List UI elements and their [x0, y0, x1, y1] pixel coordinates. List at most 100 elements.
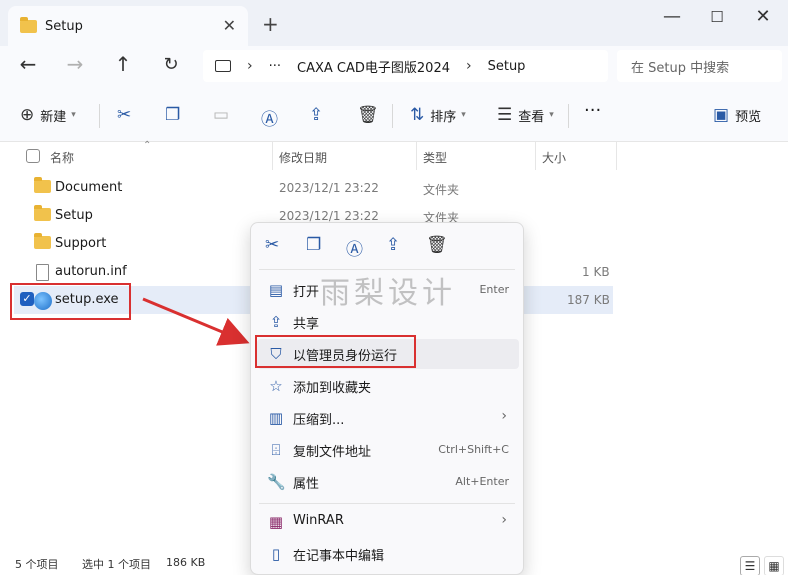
clipboard-icon: ▭ [213, 105, 230, 125]
chevron-right-icon: › [501, 408, 507, 424]
details-view-button[interactable]: ☰ [740, 556, 760, 575]
menu-item-shortcut: Enter [479, 283, 509, 296]
file-modified: 2023/12/1 23:22 [279, 209, 379, 223]
menu-divider [259, 503, 515, 504]
sort-ascending-icon: ⌃ [143, 140, 152, 151]
column-divider[interactable] [535, 142, 536, 170]
select-all-checkbox[interactable] [26, 149, 40, 163]
trash-icon[interactable]: 🗑 [426, 235, 448, 255]
copy-icon: ❐ [165, 105, 181, 125]
context-quick-actions: ✂ ❐ Ⓐ ⇪ 🗑 [251, 223, 525, 269]
watermark-text: 雨梨设计 [320, 276, 456, 311]
item-count: 5 个项目 [15, 558, 59, 571]
tab-title: Setup [45, 18, 83, 34]
chevron-right-icon: › [501, 512, 507, 528]
sort-button[interactable]: ⇅ 排序 ▾ [410, 105, 466, 125]
delete-button[interactable]: 🗑 [357, 105, 379, 125]
chevron-down-icon: ▾ [71, 110, 76, 120]
table-row[interactable]: Document 2023/12/1 23:22 文件夹 [0, 174, 612, 202]
menu-item-copy-path[interactable]: ⌹ 复制文件地址 Ctrl+Shift+C [257, 435, 519, 465]
zip-folder-icon: ▥ [268, 409, 284, 427]
copy-path-icon: ⌹ [271, 441, 281, 459]
chevron-down-icon: ▾ [461, 110, 466, 120]
menu-item-label: 属性 [293, 477, 320, 492]
menu-item-add-favorite[interactable]: ☆ 添加到收藏夹 [257, 371, 519, 401]
chevron-right-icon[interactable]: › [466, 58, 472, 74]
title-bar: Setup ✕ + — ☐ ✕ [0, 0, 788, 46]
column-divider[interactable] [416, 142, 417, 170]
menu-item-compress[interactable]: ▥ 压缩到... › [257, 403, 519, 433]
command-toolbar: ⊕ 新建 ▾ ✂ ❐ ▭ Ⓐ ⇪ 🗑 ⇅ 排序 ▾ ☰ 查看 ▾ ··· ▣ 预… [0, 88, 788, 142]
view-label: 查看 [518, 109, 545, 125]
column-modified[interactable]: 修改日期 [279, 149, 327, 166]
folder-icon [34, 177, 51, 193]
column-name[interactable]: 名称 [50, 149, 74, 166]
refresh-button[interactable]: ↻ [156, 54, 186, 75]
chevron-down-icon: ▾ [549, 110, 554, 120]
new-tab-button[interactable]: + [262, 12, 279, 36]
folder-icon [20, 16, 37, 33]
menu-item-winrar[interactable]: ▦ WinRAR › [257, 507, 519, 537]
menu-item-label: 压缩到... [293, 413, 345, 428]
scissors-icon[interactable]: ✂ [265, 235, 279, 255]
wrench-icon: 🔧 [267, 473, 286, 491]
search-input[interactable]: 在 Setup 中搜索 [617, 50, 782, 82]
winrar-icon: ▦ [268, 513, 284, 531]
toolbar-divider [99, 104, 100, 128]
share-icon[interactable]: ⇪ [386, 235, 400, 255]
view-button[interactable]: ☰ 查看 ▾ [497, 105, 554, 125]
file-type: 文件夹 [423, 183, 460, 197]
tab-setup[interactable]: Setup ✕ [8, 6, 248, 46]
breadcrumb-setup[interactable]: Setup [488, 59, 526, 74]
column-type[interactable]: 类型 [423, 149, 447, 166]
new-button[interactable]: ⊕ 新建 ▾ [20, 105, 76, 125]
file-modified: 2023/12/1 23:22 [279, 181, 379, 195]
new-label: 新建 [40, 109, 67, 125]
breadcrumb-caxa[interactable]: CAXA CAD电子图版2024 [297, 57, 450, 76]
chevron-right-icon[interactable]: › [247, 58, 253, 74]
preview-button[interactable]: ▣ 预览 [713, 105, 761, 125]
tiles-view-button[interactable]: ▦ [764, 556, 784, 575]
column-divider[interactable] [272, 142, 273, 170]
status-bar: 5 个项目 选中 1 个项目 186 KB ☰ ▦ [0, 553, 788, 575]
paste-button[interactable]: ▭ [213, 105, 229, 125]
folder-icon [34, 233, 51, 249]
menu-item-properties[interactable]: 🔧 属性 Alt+Enter [257, 467, 519, 497]
minimize-button[interactable]: — [657, 6, 687, 27]
preview-pane-icon: ▣ [713, 105, 730, 125]
file-name: Setup [55, 208, 93, 223]
plus-circle-icon: ⊕ [20, 105, 35, 125]
copy-icon[interactable]: ❐ [306, 235, 321, 255]
forward-button[interactable]: → [60, 52, 90, 76]
trash-icon: 🗑 [357, 105, 379, 125]
up-button[interactable]: ↑ [108, 52, 138, 76]
rename-icon[interactable]: Ⓐ [346, 235, 363, 260]
cut-button[interactable]: ✂ [117, 105, 131, 125]
rename-button[interactable]: Ⓐ [261, 105, 278, 130]
close-tab-icon[interactable]: ✕ [223, 16, 236, 35]
menu-item-label: 打开 [293, 285, 320, 300]
share-button[interactable]: ⇪ [309, 105, 323, 125]
sort-icon: ⇅ [410, 105, 425, 125]
column-divider[interactable] [616, 142, 617, 170]
open-icon: ▤ [268, 281, 284, 299]
file-name: autorun.inf [55, 264, 127, 279]
menu-item-label: WinRAR [293, 513, 344, 528]
sort-label: 排序 [430, 109, 457, 125]
more-options-button[interactable]: ··· [584, 100, 601, 121]
close-window-button[interactable]: ✕ [748, 6, 778, 27]
address-bar[interactable]: › ··· CAXA CAD电子图版2024 › Setup [203, 50, 608, 82]
file-name: Document [55, 180, 123, 195]
column-size[interactable]: 大小 [542, 149, 566, 166]
toolbar-divider [392, 104, 393, 128]
highlight-box-run-as-admin [255, 335, 416, 368]
more-breadcrumbs-button[interactable]: ··· [269, 59, 281, 74]
back-button[interactable]: ← [13, 52, 43, 76]
toolbar-divider [568, 104, 569, 128]
maximize-button[interactable]: ☐ [702, 8, 732, 26]
file-size: 1 KB [582, 265, 610, 279]
computer-icon[interactable] [215, 60, 231, 72]
copy-button[interactable]: ❐ [165, 105, 180, 125]
rename-icon: Ⓐ [261, 110, 278, 130]
share-icon: ⇪ [309, 105, 324, 125]
